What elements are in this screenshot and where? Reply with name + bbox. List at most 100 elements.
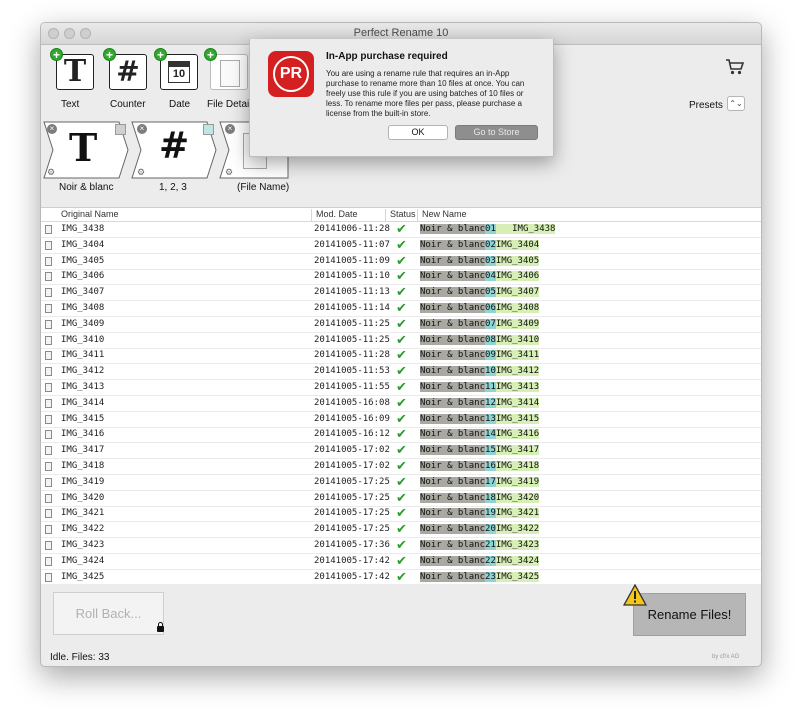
original-name-cell: IMG_3405 xyxy=(61,255,105,266)
tool-text[interactable]: T + xyxy=(50,48,96,92)
original-name-cell: IMG_3410 xyxy=(61,334,105,345)
roll-back-button[interactable]: Roll Back... xyxy=(53,592,164,635)
new-name-text-segment: Noir & blanc xyxy=(420,350,486,361)
new-name-text-segment: Noir & blanc xyxy=(420,445,486,456)
table-row[interactable]: IMG_3438 20141006-11:28 ✔ Noir & blanc01 IM… xyxy=(41,222,761,238)
mod-date-cell: 20141005-16:09 xyxy=(314,413,390,424)
column-new-name[interactable]: New Name xyxy=(417,209,467,221)
table-row[interactable]: IMG_3416 20141005-16:12 ✔ Noir & blanc14IMG… xyxy=(41,427,761,444)
file-icon xyxy=(45,462,52,471)
new-name-text-segment: Noir & blanc xyxy=(420,255,486,266)
checkmark-icon: ✔ xyxy=(396,348,407,364)
new-name-text-segment: Noir & blanc xyxy=(420,476,486,487)
cart-icon[interactable] xyxy=(725,58,745,79)
tool-file-detail[interactable]: + xyxy=(204,48,250,92)
new-name-filename-segment: IMG_3415 xyxy=(495,413,540,424)
table-row[interactable]: IMG_3420 20141005-17:25 ✔ Noir & blanc18IMG… xyxy=(41,491,761,507)
gear-icon[interactable]: ⚙ xyxy=(225,167,233,178)
new-name-filename-segment: IMG_3420 xyxy=(495,492,540,503)
add-icon: + xyxy=(154,48,167,61)
add-icon: + xyxy=(103,48,116,61)
new-name-counter-segment: 08 xyxy=(485,334,496,345)
file-icon xyxy=(45,272,52,282)
new-name-filename-segment: IMG_3422 xyxy=(495,524,540,535)
mod-date-cell: 20141005-17:25 xyxy=(314,508,390,519)
rule-chip-text[interactable]: × T ⚙ xyxy=(43,121,129,179)
table-row[interactable]: IMG_3421 20141005-17:25 ✔ Noir & blanc19IMG… xyxy=(41,506,761,523)
rule-chip-counter[interactable]: × # ⚙ xyxy=(131,121,217,179)
table-row[interactable]: IMG_3405 20141005-11:09 ✔ Noir & blanc03IMG… xyxy=(41,254,761,270)
original-name-cell: IMG_3418 xyxy=(61,461,105,471)
mod-date-cell: 20141005-17:36 xyxy=(314,540,390,550)
new-name-cell: Noir & blanc19IMG_3421 xyxy=(420,507,540,519)
new-name-counter-segment: 18 xyxy=(485,492,496,503)
column-original-name[interactable]: Original Name xyxy=(57,209,119,221)
presets-popup-button[interactable]: ⌃⌄ xyxy=(727,96,745,111)
new-name-counter-segment: 01 xyxy=(485,224,496,234)
new-name-text-segment: Noir & blanc xyxy=(420,318,486,329)
table-row[interactable]: IMG_3423 20141005-17:36 ✔ Noir & blanc21IMG… xyxy=(41,538,761,554)
table-row[interactable]: IMG_3411 20141005-11:28 ✔ Noir & blanc09IMG… xyxy=(41,348,761,365)
table-row[interactable]: IMG_3409 20141005-11:25 ✔ Noir & blanc07IMG… xyxy=(41,317,761,333)
color-swatch-icon xyxy=(115,124,126,135)
table-row[interactable]: IMG_3412 20141005-11:53 ✔ Noir & blanc10IMG… xyxy=(41,364,761,381)
original-name-cell: IMG_3409 xyxy=(61,318,105,329)
checkmark-icon: ✔ xyxy=(396,222,407,237)
mod-date-cell: 20141005-11:53 xyxy=(314,366,390,377)
checkmark-icon: ✔ xyxy=(396,427,407,443)
table-row[interactable]: IMG_3413 20141005-11:55 ✔ Noir & blanc11IMG… xyxy=(41,380,761,396)
table-row[interactable]: IMG_3404 20141005-11:07 ✔ Noir & blanc02IMG… xyxy=(41,238,761,254)
checkmark-icon: ✔ xyxy=(396,364,407,380)
remove-rule-icon[interactable]: × xyxy=(225,124,235,134)
new-name-filename-segment: IMG_3417 xyxy=(495,445,540,456)
tool-counter[interactable]: # + xyxy=(103,48,149,92)
remove-rule-icon[interactable]: × xyxy=(47,124,57,134)
new-name-cell: Noir & blanc10IMG_3412 xyxy=(420,365,540,377)
new-name-filename-segment: IMG_3423 xyxy=(495,540,540,550)
chip-glyph: T xyxy=(69,125,98,170)
mod-date-cell: 20141005-17:25 xyxy=(314,492,390,503)
tool-date[interactable]: 10 + xyxy=(154,48,200,92)
table-row[interactable]: IMG_3414 20141005-16:08 ✔ Noir & blanc12IMG… xyxy=(41,396,761,412)
new-name-text-segment: Noir & blanc xyxy=(420,382,486,392)
gear-icon[interactable]: ⚙ xyxy=(47,167,55,178)
mod-date-cell: 20141005-17:02 xyxy=(314,461,390,471)
new-name-text-segment: Noir & blanc xyxy=(420,508,486,519)
new-name-cell: Noir & blanc02IMG_3404 xyxy=(420,239,540,251)
gear-icon[interactable]: ⚙ xyxy=(137,167,145,178)
new-name-text-segment: Noir & blanc xyxy=(420,492,486,503)
document-icon xyxy=(210,54,248,90)
file-icon xyxy=(45,556,52,566)
table-row[interactable]: IMG_3406 20141005-11:10 ✔ Noir & blanc04IMG… xyxy=(41,269,761,286)
rename-files-button[interactable]: Rename Files! xyxy=(633,593,746,636)
ok-button[interactable]: OK xyxy=(388,125,448,140)
table-row[interactable]: IMG_3419 20141005-17:25 ✔ Noir & blanc17IMG… xyxy=(41,475,761,491)
table-row[interactable]: IMG_3418 20141005-17:02 ✔ Noir & blanc16IMG… xyxy=(41,459,761,475)
new-name-cell: Noir & blanc11IMG_3413 xyxy=(420,381,540,393)
remove-rule-icon[interactable]: × xyxy=(137,124,147,134)
new-name-filename-segment: IMG_3404 xyxy=(495,239,540,250)
new-name-text-segment: Noir & blanc xyxy=(420,224,486,234)
table-row[interactable]: IMG_3424 20141005-17:42 ✔ Noir & blanc22IMG… xyxy=(41,554,761,570)
table-row[interactable]: IMG_3425 20141005-17:42 ✔ Noir & blanc23IMG… xyxy=(41,570,761,586)
table-row[interactable]: IMG_3417 20141005-17:02 ✔ Noir & blanc15IMG… xyxy=(41,443,761,460)
new-name-cell: Noir & blanc20IMG_3422 xyxy=(420,523,540,535)
file-icon xyxy=(45,477,52,487)
file-icon xyxy=(45,541,52,550)
original-name-cell: IMG_3407 xyxy=(61,287,105,298)
new-name-cell: Noir & blanc04IMG_3406 xyxy=(420,270,540,282)
checkmark-icon: ✔ xyxy=(396,237,407,253)
table-row[interactable]: IMG_3410 20141005-11:25 ✔ Noir & blanc08IMG… xyxy=(41,333,761,349)
table-row[interactable]: IMG_3407 20141005-11:13 ✔ Noir & blanc05IMG… xyxy=(41,285,761,302)
go-to-store-button[interactable]: Go to Store xyxy=(455,125,538,140)
file-table[interactable]: Original Name Mod. Date Status New Name … xyxy=(41,207,761,586)
chip-glyph: # xyxy=(159,125,190,167)
column-status[interactable]: Status xyxy=(385,209,416,221)
table-row[interactable]: IMG_3408 20141005-11:14 ✔ Noir & blanc06IMG… xyxy=(41,301,761,317)
file-icon xyxy=(45,493,52,503)
new-name-filename-segment: IMG_3408 xyxy=(495,303,540,313)
table-row[interactable]: IMG_3415 20141005-16:09 ✔ Noir & blanc13IMG… xyxy=(41,412,761,428)
mod-date-cell: 20141005-17:42 xyxy=(314,571,390,582)
column-mod-date[interactable]: Mod. Date xyxy=(311,209,358,221)
table-row[interactable]: IMG_3422 20141005-17:25 ✔ Noir & blanc20IMG… xyxy=(41,522,761,539)
